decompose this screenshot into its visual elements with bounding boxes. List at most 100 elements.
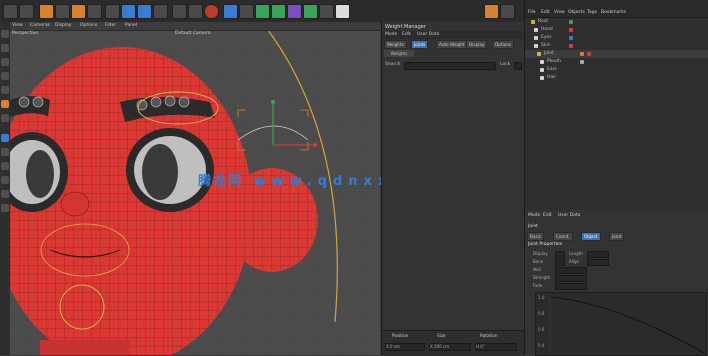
panel-menu-edit[interactable]: Edit — [402, 32, 411, 37]
lock-icon[interactable] — [500, 4, 515, 19]
om-menu-file[interactable]: File — [528, 10, 536, 15]
panel-menu-userdata[interactable]: User Data — [417, 32, 439, 37]
viewport-menu-cameras[interactable]: Cameras — [30, 23, 50, 28]
null-input[interactable] — [555, 267, 587, 274]
object-row[interactable]: Root — [525, 18, 708, 26]
tab-display[interactable]: Display — [466, 40, 488, 49]
om-menu-view[interactable]: View — [554, 10, 565, 15]
section-title: Joint Properties — [528, 242, 563, 247]
panel-menu-mode[interactable]: Mode — [385, 32, 397, 37]
tab-joints[interactable]: Joints — [411, 40, 429, 49]
axis-x-icon[interactable] — [105, 4, 120, 19]
om-menu-tags[interactable]: Tags — [587, 10, 597, 15]
axis-z-icon[interactable] — [137, 4, 152, 19]
object-row[interactable]: Head — [525, 26, 708, 34]
prop-align: Align — [569, 259, 580, 264]
tool-icon[interactable] — [1, 134, 9, 142]
tool-icon[interactable] — [1, 114, 9, 122]
lock-checkbox[interactable] — [514, 62, 522, 70]
select-icon[interactable] — [39, 4, 54, 19]
render-view-icon[interactable] — [188, 4, 203, 19]
viewport-menu-filter[interactable]: Filter — [105, 23, 116, 28]
tool-icon[interactable] — [1, 44, 9, 52]
viewport-camera-label: Default Camera — [175, 31, 211, 36]
subtab-weights[interactable]: Weights — [384, 50, 414, 57]
object-name: Mouth — [547, 59, 562, 64]
world-icon[interactable] — [153, 4, 168, 19]
cube-icon[interactable] — [223, 4, 238, 19]
tool-icon[interactable] — [1, 162, 9, 170]
falloff-graph[interactable]: 1.0 0.8 0.6 0.4 — [535, 292, 707, 356]
array-icon[interactable] — [271, 4, 286, 19]
object-name: Root — [538, 19, 549, 24]
object-row[interactable]: Mouth — [525, 58, 708, 66]
viewport-menu-view[interactable]: View — [12, 23, 23, 28]
undo-icon[interactable] — [3, 4, 18, 19]
viewport-menu-options[interactable]: Options — [80, 23, 97, 28]
tab-coord[interactable]: Coord. — [553, 232, 573, 241]
align-dropdown[interactable] — [587, 259, 609, 266]
attr-menu-edit[interactable]: Edit — [543, 213, 552, 218]
object-row[interactable]: Eyes — [525, 34, 708, 42]
tab-basic[interactable]: Basic — [527, 232, 545, 241]
object-name: Eyes — [541, 35, 552, 40]
size-input[interactable]: X 200 cm — [429, 343, 471, 351]
tool-icon[interactable] — [1, 72, 9, 80]
object-row[interactable]: Skin — [525, 42, 708, 50]
pen-icon[interactable] — [239, 4, 254, 19]
rotation-input[interactable]: H 0° — [475, 343, 517, 351]
attributes-menu: Mode Edit User Data — [525, 212, 708, 220]
environment-icon[interactable] — [303, 4, 318, 19]
deformer-icon[interactable] — [287, 4, 302, 19]
tool-icon[interactable] — [1, 148, 9, 156]
tool-icon[interactable] — [1, 30, 9, 38]
attr-menu-mode[interactable]: Mode — [528, 213, 540, 218]
subdivision-icon[interactable] — [255, 4, 270, 19]
tool-icon[interactable] — [1, 86, 9, 94]
tab-options[interactable]: Options — [492, 40, 515, 49]
tab-joint[interactable]: Joint — [609, 232, 625, 241]
object-row[interactable]: Ears — [525, 66, 708, 74]
om-menu-objects[interactable]: Objects — [568, 10, 585, 15]
fade-input[interactable] — [555, 283, 587, 290]
attr-menu-userdata[interactable]: User Data — [558, 213, 580, 218]
tool-icon[interactable] — [1, 100, 9, 108]
viewport-title: Perspective — [12, 31, 39, 36]
scale-icon[interactable] — [71, 4, 86, 19]
falloff-curve — [549, 293, 705, 355]
camera-icon[interactable] — [319, 4, 334, 19]
prop-strength: Strength — [533, 275, 551, 280]
rotate-icon[interactable] — [87, 4, 102, 19]
tool-icon[interactable] — [1, 190, 9, 198]
strength-input[interactable] — [555, 275, 587, 282]
tool-icon[interactable] — [1, 204, 9, 212]
render-settings-icon[interactable] — [204, 4, 219, 19]
tab-auto-weight[interactable]: Auto Weight — [436, 40, 468, 49]
om-menu-bookmarks[interactable]: Bookmarks — [601, 10, 626, 15]
layout-icon[interactable] — [484, 4, 499, 19]
panel-menu: Mode Edit User Data — [382, 31, 524, 39]
tool-icon[interactable] — [1, 58, 9, 66]
length-input[interactable] — [587, 251, 609, 258]
viewport-menu-panel[interactable]: Panel — [125, 23, 137, 28]
axis-y-icon[interactable] — [121, 4, 136, 19]
viewport-menu-display[interactable]: Display — [55, 23, 72, 28]
render-region-icon[interactable] — [172, 4, 187, 19]
tab-weights[interactable]: Weights — [384, 40, 407, 49]
object-row[interactable]: Joint — [525, 50, 708, 58]
object-row[interactable]: Hair — [525, 74, 708, 82]
redo-icon[interactable] — [19, 4, 34, 19]
object-name: Ears — [547, 67, 557, 72]
object-manager: File Edit View Objects Tags Bookmarks Ro… — [524, 0, 708, 210]
position-input[interactable]: X 0 cm — [385, 343, 425, 351]
search-input[interactable] — [404, 62, 496, 70]
tab-object[interactable]: Object — [581, 232, 601, 241]
bone-checkbox[interactable] — [555, 259, 565, 266]
display-checkbox[interactable] — [555, 251, 565, 258]
light-icon[interactable] — [335, 4, 350, 19]
move-icon[interactable] — [55, 4, 70, 19]
om-menu-edit[interactable]: Edit — [541, 10, 550, 15]
tool-icon[interactable] — [1, 176, 9, 184]
prop-bone: Bone — [533, 259, 544, 264]
object-name: Hair — [547, 75, 557, 80]
